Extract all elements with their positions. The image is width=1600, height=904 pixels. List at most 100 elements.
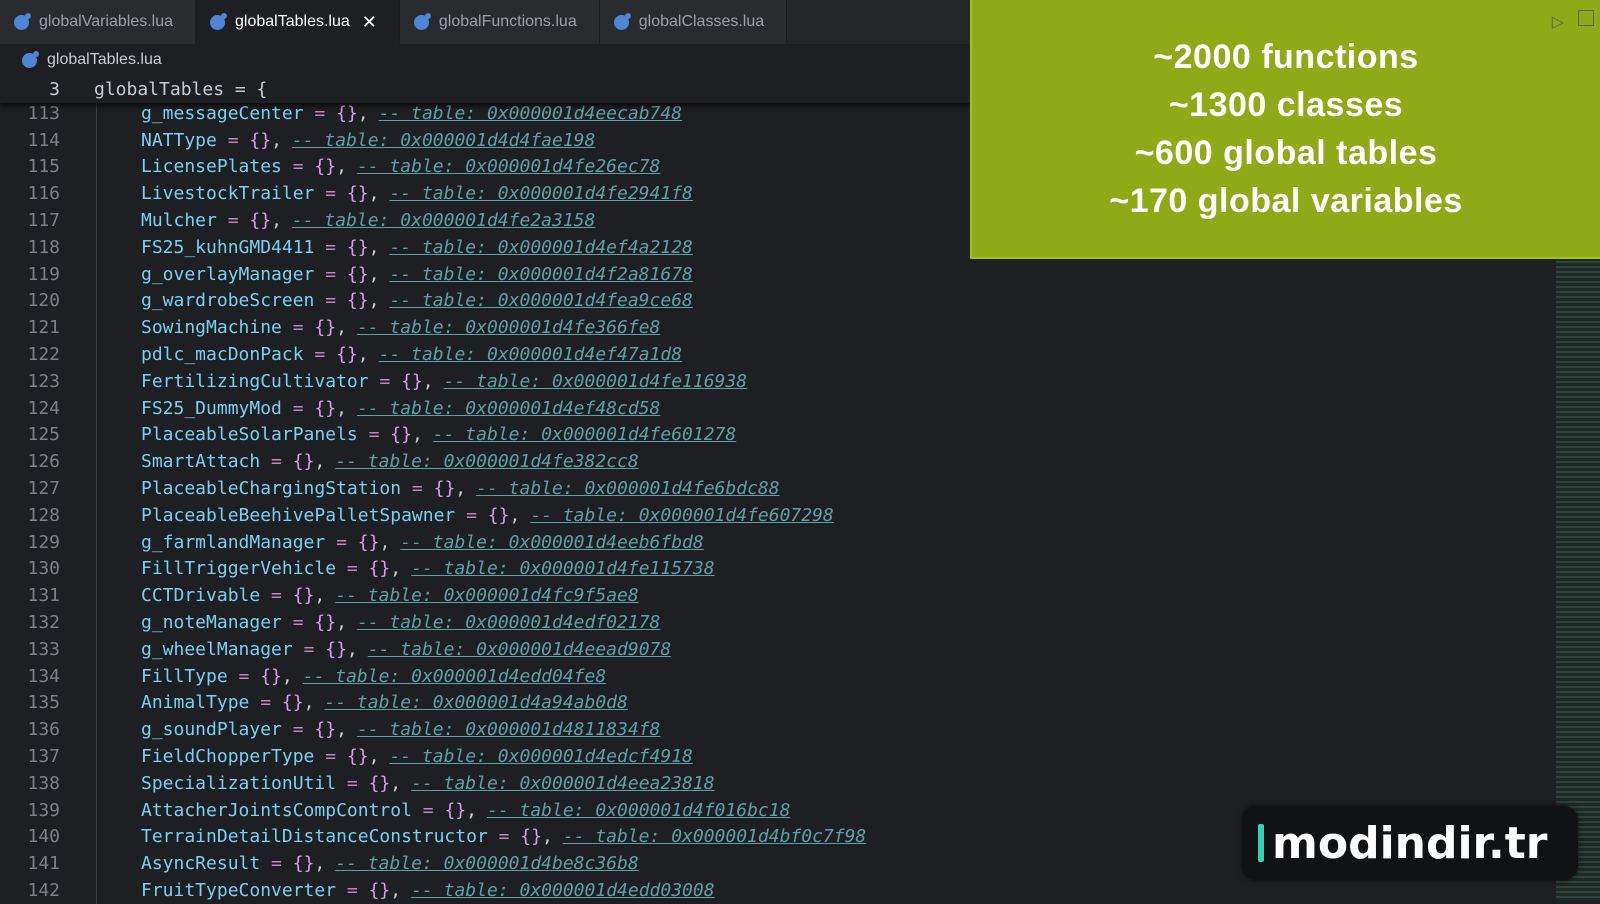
code-line[interactable]: 120 g_wardrobeScreen = {}, -- table: 0x000… xyxy=(0,287,1600,315)
indent-guide xyxy=(96,850,141,878)
line-number: 127 xyxy=(27,478,60,500)
code-line[interactable]: 124 FS25_DummyMod = {}, -- table: 0x000001… xyxy=(0,394,1600,422)
assign-op: = xyxy=(487,826,521,848)
indent-guide xyxy=(96,180,141,208)
assign-op: = xyxy=(303,102,337,124)
tab-globalfunctions[interactable]: globalFunctions.lua xyxy=(399,0,600,44)
watermark-text: modindir.tr xyxy=(1272,817,1548,869)
code-line[interactable]: 134 FillType = {}, -- table: 0x000001d4edd… xyxy=(0,662,1600,690)
line-number: 116 xyxy=(27,183,60,205)
table-name: LicensePlates xyxy=(141,156,282,178)
code-line[interactable]: 129 g_farmlandManager = {}, -- table: 0x00… xyxy=(0,528,1600,556)
comma: , xyxy=(509,504,521,526)
code-line[interactable]: 131 CCTDrivable = {}, -- table: 0x000001d4… xyxy=(0,582,1600,610)
code-line[interactable]: 125 PlaceableSolarPanels = {}, -- table: 0… xyxy=(0,421,1600,449)
empty-table: {} xyxy=(368,558,391,580)
comma: , xyxy=(422,370,434,392)
line-number: 120 xyxy=(27,290,60,312)
assign-op: = xyxy=(314,290,347,312)
empty-table: {} xyxy=(346,746,369,768)
empty-table: {} xyxy=(368,880,391,901)
comma: , xyxy=(271,210,282,232)
code-line[interactable]: 126 SmartAttach = {}, -- table: 0x000001d4… xyxy=(0,448,1600,476)
table-name: pdlc_macDonPack xyxy=(141,344,304,366)
empty-table: {} xyxy=(346,183,369,205)
address-comment: -- table: 0x000001d4fe6bdc88 xyxy=(476,478,780,500)
run-icon[interactable]: ▷ xyxy=(1552,12,1564,32)
table-name: g_noteManager xyxy=(141,612,282,634)
comma: , xyxy=(411,424,423,446)
indent-guide xyxy=(96,662,141,690)
empty-table: {} xyxy=(487,504,510,526)
empty-table: {} xyxy=(390,424,412,446)
code-line[interactable]: 132 g_noteManager = {}, -- table: 0x000001… xyxy=(0,609,1600,636)
sticky-scroll-line[interactable]: 3 globalTables = { xyxy=(0,76,970,103)
line-number: 139 xyxy=(27,799,60,821)
indent-guide xyxy=(96,394,141,422)
sticky-code: globalTables = { xyxy=(94,78,268,100)
lua-file-icon xyxy=(210,12,228,30)
address-comment: -- table: 0x000001d4eecab748 xyxy=(378,102,683,124)
line-number: 125 xyxy=(27,424,60,446)
comma: , xyxy=(368,183,380,205)
empty-table: {} xyxy=(314,156,337,178)
code-line[interactable]: 136 g_soundPlayer = {}, -- table: 0x000001… xyxy=(0,716,1600,744)
comma: , xyxy=(368,290,380,312)
assign-op: = xyxy=(411,799,445,821)
code-line[interactable]: 137 FieldChopperType = {}, -- table: 0x000… xyxy=(0,743,1600,770)
code-line[interactable]: 130 FillTriggerVehicle = {}, -- table: 0x0… xyxy=(0,555,1600,583)
line-number: 128 xyxy=(27,504,60,526)
code-line[interactable]: 138 SpecializationUtil = {}, -- table: 0x0… xyxy=(0,769,1600,797)
comma: , xyxy=(336,612,347,634)
code-line[interactable]: 127 PlaceableChargingStation = {}, -- tabl… xyxy=(0,475,1600,502)
assign-op: = xyxy=(368,370,402,392)
tab-globaltables[interactable]: globalTables.lua ✕ xyxy=(196,0,400,44)
indent-guide xyxy=(96,689,141,717)
code-line[interactable]: 122 pdlc_macDonPack = {}, -- table: 0x0000… xyxy=(0,341,1600,368)
empty-table: {} xyxy=(346,263,369,285)
empty-table: {} xyxy=(336,344,358,366)
code-line[interactable]: 128 PlaceableBeehivePalletSpawner = {}, --… xyxy=(0,501,1600,529)
empty-table: {} xyxy=(314,612,337,634)
tab-globalclasses[interactable]: globalClasses.lua xyxy=(599,0,788,44)
address-comment: -- table: 0x000001d4ef47a1d8 xyxy=(378,344,683,366)
indent-guide xyxy=(96,609,141,636)
assign-op: = xyxy=(260,585,293,607)
table-name: FertilizingCultivator xyxy=(141,370,369,392)
indent-guide xyxy=(96,743,141,770)
table-name: FS25_DummyMod xyxy=(141,397,282,419)
address-comment: -- table: 0x000001d4edf02178 xyxy=(356,612,661,634)
line-number: 114 xyxy=(27,129,60,151)
code-line[interactable]: 123 FertilizingCultivator = {}, -- table: … xyxy=(0,367,1600,395)
assign-op: = xyxy=(455,504,488,526)
close-icon[interactable]: ✕ xyxy=(362,12,377,33)
code-line[interactable]: 119 g_overlayManager = {}, -- table: 0x000… xyxy=(0,260,1600,288)
code-line[interactable]: 135 AnimalType = {}, -- table: 0x000001d4a… xyxy=(0,689,1600,717)
address-comment: -- table: 0x000001d4eead9078 xyxy=(367,638,672,660)
line-number: 133 xyxy=(27,638,60,660)
split-editor-icon[interactable] xyxy=(1578,10,1594,26)
empty-table: {} xyxy=(368,772,391,794)
line-number: 122 xyxy=(27,344,60,366)
table-name: SowingMachine xyxy=(141,317,282,339)
empty-table: {} xyxy=(314,317,337,339)
tab-globalvariables[interactable]: globalVariables.lua xyxy=(0,0,197,44)
address-comment: -- table: 0x000001d4fe607298 xyxy=(530,504,834,526)
address-comment: -- table: 0x000001d4fe115738 xyxy=(411,558,715,580)
table-name: PlaceableSolarPanels xyxy=(141,424,358,446)
indent-guide xyxy=(96,582,141,610)
line-number: 137 xyxy=(27,746,60,768)
line-number: 119 xyxy=(27,263,60,285)
table-name: FruitTypeConverter xyxy=(141,880,337,901)
line-number: 131 xyxy=(27,585,60,607)
code-line[interactable]: 133 g_wheelManager = {}, -- table: 0x00000… xyxy=(0,635,1600,663)
address-comment: -- table: 0x000001d4edd04fe8 xyxy=(302,665,607,687)
comma: , xyxy=(466,799,477,821)
comma: , xyxy=(368,746,380,768)
comma: , xyxy=(346,638,358,660)
table-name: g_soundPlayer xyxy=(141,719,282,741)
indent-guide xyxy=(96,635,141,663)
code-line[interactable]: 121 SowingMachine = {}, -- table: 0x000001… xyxy=(0,314,1600,342)
empty-table: {} xyxy=(325,638,347,660)
comma: , xyxy=(390,772,402,794)
